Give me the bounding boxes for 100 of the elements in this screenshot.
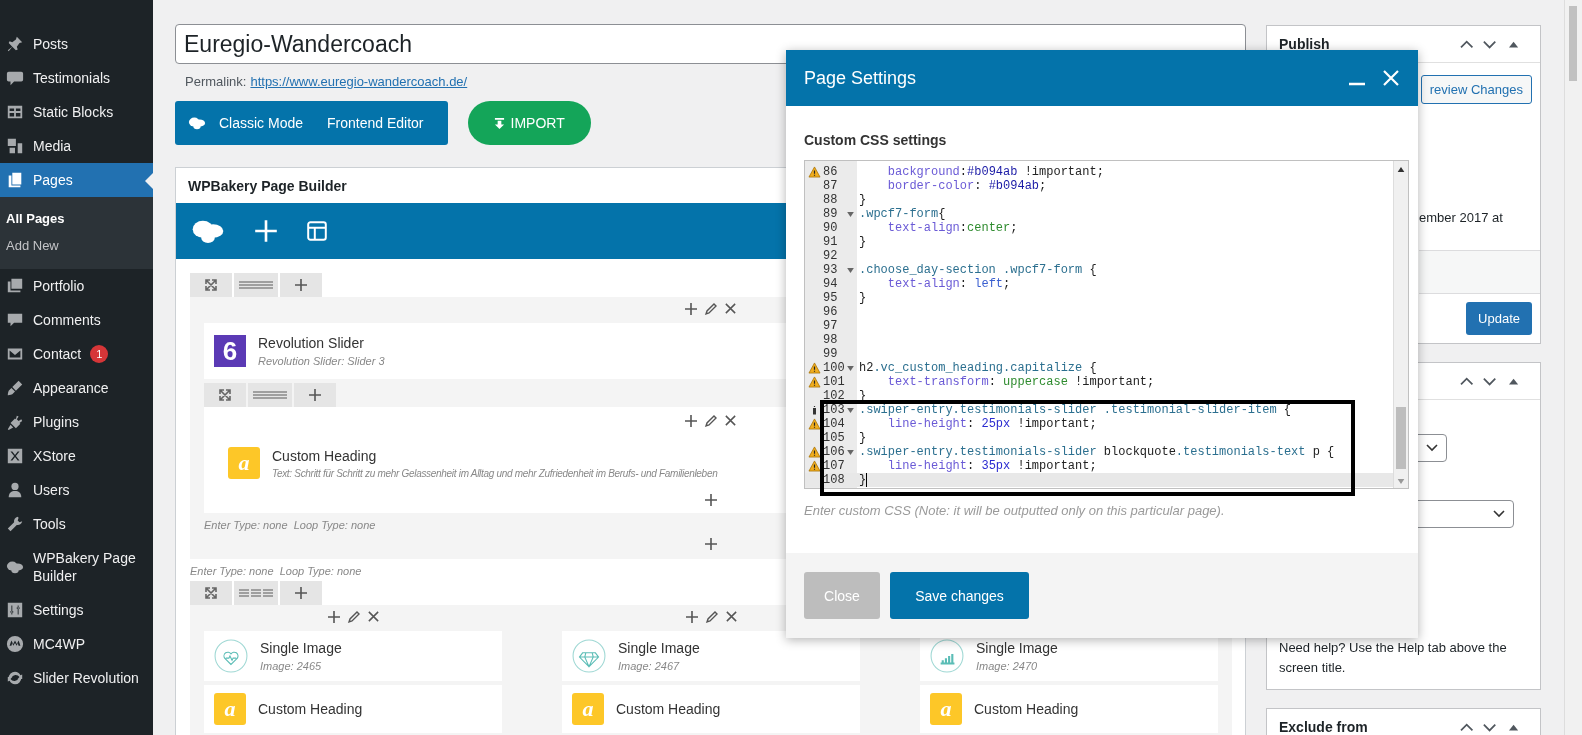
plus-icon[interactable] [308, 388, 322, 402]
content-element[interactable]: Single Image Image: 2467 [562, 631, 860, 681]
scrollbar-thumb[interactable] [1396, 407, 1406, 469]
pencil-icon[interactable] [704, 610, 719, 624]
bars-image-icon [930, 639, 964, 673]
plus-icon[interactable] [684, 302, 698, 316]
content-element[interactable]: a Custom Heading [920, 685, 1218, 733]
line-number: 102 [823, 389, 846, 403]
code-line: .wpcf7-form{ [858, 207, 946, 221]
save-button[interactable]: Save changes [890, 572, 1029, 619]
plus-icon[interactable] [703, 493, 718, 507]
plus-icon[interactable] [684, 610, 699, 624]
line-number: 107 [823, 459, 846, 473]
fold-arrow-icon[interactable] [847, 365, 854, 371]
element-title: Custom Heading [258, 701, 363, 717]
sidebar-item[interactable]: Comments [0, 303, 153, 337]
element-title: Custom Heading [616, 701, 721, 717]
line-number: 88 [823, 193, 839, 207]
expand-icon[interactable] [204, 278, 218, 292]
close-icon[interactable] [724, 302, 737, 315]
brush-icon [6, 379, 24, 397]
sidebar-item[interactable]: Settings [0, 593, 153, 627]
section-label: Custom CSS settings [804, 132, 948, 148]
plug-icon [6, 413, 24, 431]
code-line: background:#b094ab !important; [886, 165, 1104, 179]
pencil-icon[interactable] [704, 302, 718, 316]
panel-title: WPBakery Page Builder [188, 177, 347, 194]
fold-arrow-icon[interactable] [847, 407, 854, 413]
sliders-icon [6, 601, 24, 619]
sidebar-item[interactable]: Testimonials [0, 61, 153, 95]
sidebar-item[interactable]: Appearance [0, 371, 153, 405]
sidebar-item[interactable]: XStore [0, 439, 153, 473]
refresh-icon [6, 669, 24, 687]
update-button[interactable]: Update [1466, 302, 1532, 335]
plus-icon[interactable] [684, 414, 698, 428]
media-icon [6, 137, 24, 155]
sidebar-item[interactable]: Plugins [0, 405, 153, 439]
wave-logo-icon [6, 635, 24, 653]
line-number: 100 [823, 361, 846, 375]
line-number: 108 [823, 473, 846, 487]
sidebar-item[interactable]: Slider Revolution [0, 661, 153, 695]
pencil-icon[interactable] [346, 610, 361, 624]
plus-icon[interactable] [703, 537, 718, 551]
wrench-icon [6, 515, 24, 533]
sidebar-item[interactable]: Tools [0, 507, 153, 541]
code-line: } [858, 291, 867, 305]
submenu-item[interactable]: All Pages [0, 205, 153, 232]
scrollbar[interactable] [1393, 161, 1408, 488]
line-number: 98 [823, 333, 839, 347]
mode-button[interactable]: Classic Mode [207, 101, 316, 145]
code-line: } [858, 193, 867, 207]
fold-arrow-icon[interactable] [847, 211, 854, 217]
notification-badge: 1 [90, 345, 109, 363]
code-line: } [857, 473, 868, 487]
close-icon[interactable] [366, 610, 380, 623]
help-text: Need help? Use the Help tab above the screen title. [1278, 639, 1508, 677]
fold-arrow-icon[interactable] [847, 449, 854, 455]
sidebar-item[interactable]: MC4WP [0, 627, 153, 661]
sidebar-item[interactable]: Pages [0, 163, 153, 197]
line-number: 94 [823, 277, 839, 291]
content-element[interactable]: a Custom Heading [562, 685, 860, 733]
row-settings-text: Enter Type: none Loop Type: none [190, 564, 362, 579]
sidebar-item[interactable]: WPBakery Page Builder [0, 541, 153, 593]
plus-icon[interactable] [294, 586, 308, 600]
mode-button[interactable]: Frontend Editor [315, 101, 436, 145]
permalink-link[interactable]: https://www.euregio-wandercoach.de/ [250, 74, 468, 89]
element-title: Custom Heading [974, 701, 1079, 717]
scroll-down-icon[interactable] [1397, 479, 1405, 484]
submenu-item[interactable]: Add New [0, 232, 153, 259]
sidebar-item[interactable]: Portfolio [0, 269, 153, 303]
sidebar-item[interactable]: Media [0, 129, 153, 163]
content-element[interactable]: Single Image Image: 2465 [204, 631, 502, 681]
element-description: Image: 2470 [976, 660, 1039, 672]
pictures-icon [6, 277, 24, 295]
sidebar-item[interactable]: Static Blocks [0, 95, 153, 129]
line-number: 106 [823, 445, 846, 459]
slider-logo-icon: 6 [214, 335, 246, 367]
close-icon[interactable] [724, 414, 737, 427]
scroll-up-icon[interactable] [1397, 167, 1405, 172]
layout-icon[interactable] [306, 220, 328, 242]
content-element[interactable]: a Custom Heading [204, 685, 502, 733]
close-icon[interactable] [724, 610, 738, 623]
fold-arrow-icon[interactable] [847, 267, 854, 273]
pencil-icon[interactable] [704, 414, 718, 428]
expand-icon[interactable] [204, 586, 218, 600]
element-title: Single Image [260, 640, 342, 656]
speech-bubble-icon [6, 69, 24, 87]
scrollbar-thumb[interactable] [1569, 6, 1577, 81]
preview-button[interactable]: review Changes [1420, 75, 1532, 104]
row-settings-text: Enter Type: none Loop Type: none [204, 518, 376, 533]
x-logo-icon [6, 447, 24, 465]
sidebar-item[interactable]: Posts [0, 27, 153, 61]
sidebar-item[interactable]: Users [0, 473, 153, 507]
download-icon [493, 116, 505, 130]
chevron-down-icon [1493, 510, 1505, 518]
sidebar-item[interactable]: Contact 1 [0, 337, 153, 371]
expand-icon[interactable] [218, 388, 232, 402]
line-number: 86 [823, 165, 839, 179]
plus-icon[interactable] [294, 278, 308, 292]
plus-icon[interactable] [326, 610, 341, 624]
